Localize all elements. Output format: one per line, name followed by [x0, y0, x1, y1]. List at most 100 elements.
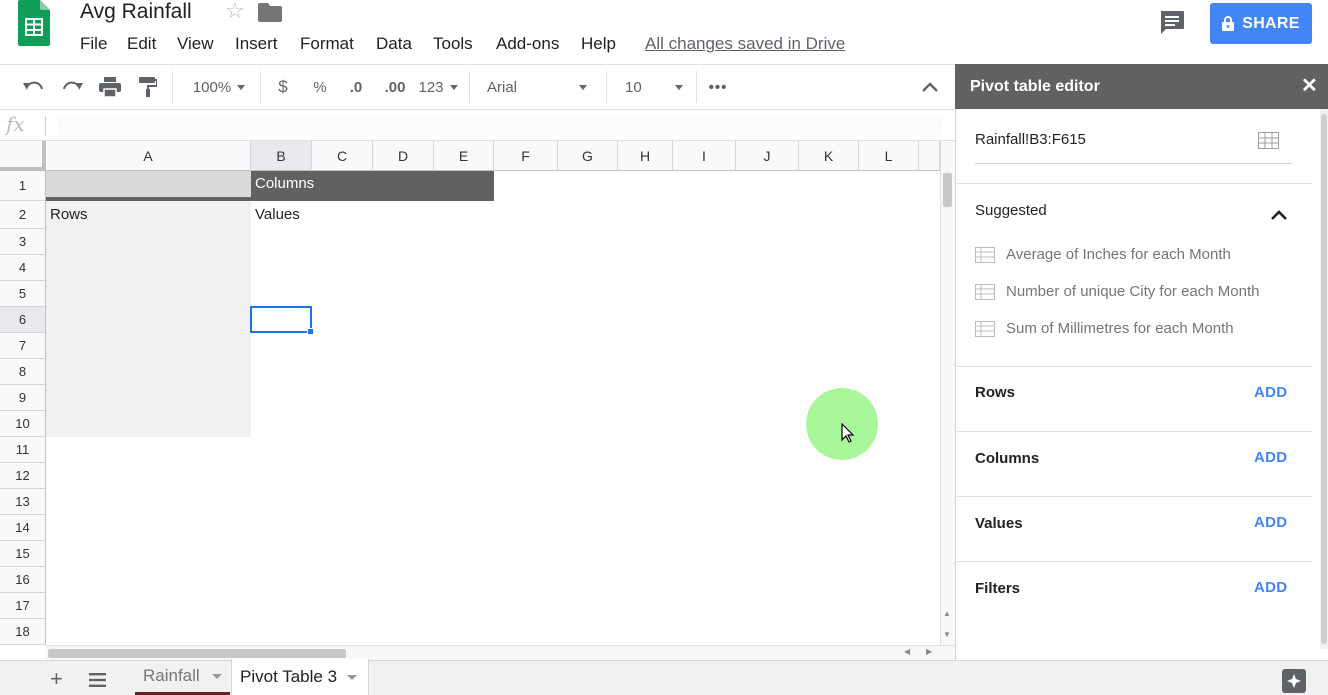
redo-icon[interactable]: [58, 65, 86, 109]
grid-select-icon[interactable]: [1258, 132, 1279, 149]
zoom-value: 100%: [193, 79, 246, 96]
column-header-c[interactable]: C: [312, 141, 373, 171]
save-status-link[interactable]: All changes saved in Drive: [645, 34, 845, 54]
cell-a2[interactable]: Rows: [46, 201, 88, 229]
paint-format-icon[interactable]: [134, 65, 162, 109]
undo-icon[interactable]: [20, 65, 48, 109]
spreadsheet-grid[interactable]: A B C D E F G H I J K L 1 2 3 4 5 6 7 8 …: [0, 141, 940, 645]
print-icon[interactable]: [96, 65, 124, 109]
row-header-17[interactable]: 17: [0, 593, 46, 619]
collapse-icon[interactable]: [1270, 209, 1288, 221]
document-title[interactable]: Avg Rainfall: [80, 0, 192, 24]
chevron-down-icon[interactable]: [347, 674, 358, 680]
share-button[interactable]: SHARE: [1210, 3, 1312, 44]
active-cell-selection[interactable]: [250, 306, 312, 333]
increase-decimal-button[interactable]: .00: [380, 65, 410, 109]
add-columns-button[interactable]: ADD: [1254, 449, 1287, 466]
add-rows-button[interactable]: ADD: [1254, 384, 1287, 401]
horizontal-scroll-thumb[interactable]: [48, 649, 346, 658]
row-header-16[interactable]: 16: [0, 567, 46, 593]
sheet-tab-pivot-table-3[interactable]: Pivot Table 3: [231, 659, 369, 695]
vertical-scrollbar[interactable]: ▲ ▼: [940, 141, 955, 645]
chevron-down-icon[interactable]: [211, 673, 222, 679]
menu-help[interactable]: Help: [581, 34, 616, 54]
scroll-up-icon[interactable]: ▲: [943, 609, 951, 618]
percent-format-button[interactable]: %: [310, 65, 330, 109]
row-header-6[interactable]: 6: [0, 307, 46, 333]
font-size-select[interactable]: 10: [625, 65, 685, 109]
column-header-k[interactable]: K: [799, 141, 859, 171]
menu-file[interactable]: File: [80, 34, 107, 54]
row-header-8[interactable]: 8: [0, 359, 46, 385]
suggestion-item[interactable]: Average of Inches for each Month: [975, 246, 1231, 263]
column-header-b[interactable]: B: [251, 141, 312, 171]
row-header-10[interactable]: 10: [0, 411, 46, 437]
column-header-d[interactable]: D: [373, 141, 434, 171]
menu-data[interactable]: Data: [376, 34, 412, 54]
column-header-m[interactable]: [919, 141, 940, 171]
column-header-i[interactable]: I: [673, 141, 736, 171]
row-header-3[interactable]: 3: [0, 229, 46, 255]
column-header-h[interactable]: H: [618, 141, 673, 171]
menu-edit[interactable]: Edit: [127, 34, 156, 54]
menu-insert[interactable]: Insert: [235, 34, 278, 54]
suggestion-item[interactable]: Sum of Millimetres for each Month: [975, 320, 1234, 337]
close-icon[interactable]: ✕: [1301, 75, 1318, 97]
row-header-7[interactable]: 7: [0, 333, 46, 359]
star-icon[interactable]: ☆: [225, 0, 245, 22]
column-header-a[interactable]: A: [46, 141, 251, 171]
more-formats-select[interactable]: 123: [418, 65, 458, 109]
row-header-2[interactable]: 2: [0, 201, 46, 229]
font-family-select[interactable]: Arial: [487, 65, 591, 109]
data-range-input[interactable]: Rainfall!B3:F615: [975, 131, 1086, 148]
suggestion-item[interactable]: Number of unique City for each Month: [975, 283, 1259, 300]
column-header-g[interactable]: G: [558, 141, 618, 171]
comments-icon[interactable]: [1158, 8, 1186, 36]
cell-b1[interactable]: Columns: [251, 170, 314, 198]
add-filters-button[interactable]: ADD: [1254, 579, 1287, 596]
font-size-value: 10: [625, 78, 642, 96]
formula-input[interactable]: [58, 117, 942, 135]
row-header-5[interactable]: 5: [0, 281, 46, 307]
more-icon[interactable]: •••: [704, 65, 732, 109]
cell-b2[interactable]: Values: [251, 201, 300, 229]
zoom-select[interactable]: 100%: [188, 65, 250, 109]
column-header-l[interactable]: L: [859, 141, 919, 171]
row-header-13[interactable]: 13: [0, 489, 46, 515]
menu-addons[interactable]: Add-ons: [496, 34, 559, 54]
explore-icon[interactable]: [1282, 669, 1306, 693]
column-header-j[interactable]: J: [736, 141, 799, 171]
row-header-11[interactable]: 11: [0, 437, 46, 463]
row-header-14[interactable]: 14: [0, 515, 46, 541]
collapse-toolbar-icon[interactable]: [916, 65, 944, 109]
currency-format-button[interactable]: $: [273, 65, 293, 109]
row-header-4[interactable]: 4: [0, 255, 46, 281]
row-header-1[interactable]: 1: [0, 171, 46, 201]
row-header-12[interactable]: 12: [0, 463, 46, 489]
add-values-button[interactable]: ADD: [1254, 514, 1287, 531]
select-all-corner[interactable]: [0, 141, 46, 171]
folder-icon[interactable]: [258, 2, 282, 22]
decrease-decimal-button[interactable]: .0: [343, 65, 369, 109]
all-sheets-icon[interactable]: [89, 673, 106, 687]
horizontal-scrollbar[interactable]: ◀ ▶: [46, 645, 955, 660]
sheet-tab-rainfall[interactable]: Rainfall: [135, 660, 230, 695]
add-sheet-icon[interactable]: +: [50, 668, 63, 690]
menu-view[interactable]: View: [177, 34, 214, 54]
panel-scroll-thumb[interactable]: [1321, 114, 1327, 644]
fill-handle[interactable]: [307, 328, 314, 335]
sheets-logo[interactable]: [18, 0, 50, 46]
vertical-scroll-thumb[interactable]: [943, 173, 952, 207]
scroll-down-icon[interactable]: ▼: [943, 630, 951, 639]
column-header-e[interactable]: E: [434, 141, 494, 171]
scroll-left-icon[interactable]: ◀: [904, 647, 910, 656]
lock-icon: [1222, 16, 1235, 31]
fx-icon: fx: [6, 112, 25, 136]
menu-tools[interactable]: Tools: [433, 34, 473, 54]
column-header-f[interactable]: F: [494, 141, 558, 171]
menu-format[interactable]: Format: [300, 34, 354, 54]
scroll-right-icon[interactable]: ▶: [926, 647, 932, 656]
row-header-9[interactable]: 9: [0, 385, 46, 411]
row-header-15[interactable]: 15: [0, 541, 46, 567]
row-header-18[interactable]: 18: [0, 619, 46, 645]
